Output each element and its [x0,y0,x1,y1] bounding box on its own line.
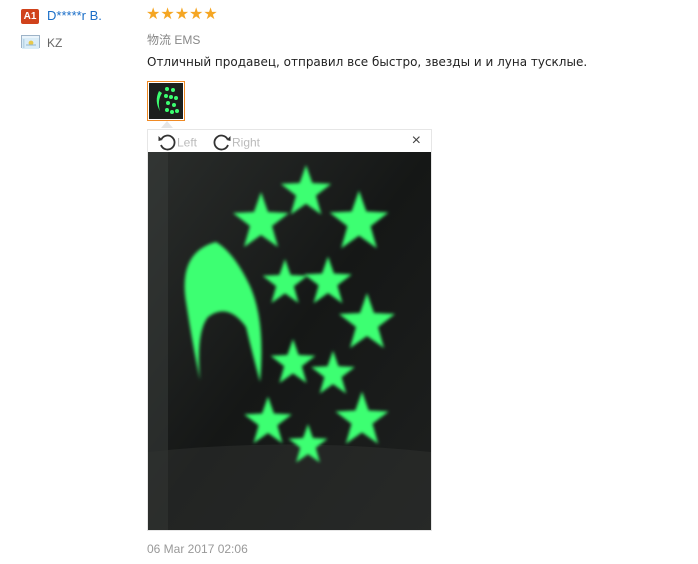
rotate-right-icon [212,133,232,154]
rotate-right-button[interactable]: Right [212,133,260,154]
review-photo-thumbnail[interactable] [147,81,185,121]
close-viewer-button[interactable]: × [412,133,421,149]
review-text: Отличный продавец, отправил все быстро, … [147,55,588,69]
rotate-left-label: Left [177,135,198,150]
rotate-right-label: Right [232,135,261,150]
rotate-left-icon [157,133,177,154]
rotate-left-button[interactable]: Left [157,133,197,154]
logistics-info: 物流 EMS [147,33,201,47]
photo-viewer: Left Right × [147,129,432,531]
reviewer-name-link[interactable]: D*****r B. [47,8,102,23]
kazakhstan-flag-icon [21,35,40,49]
review-photo [148,152,431,530]
star-rating: ★★★★★ [146,6,218,23]
viewer-toolbar: Left Right × [148,130,431,152]
review-date: 06 Mar 2017 02:06 [147,542,248,556]
thumbnail-image [149,83,183,119]
viewer-pointer [161,121,173,128]
reviewer-country: KZ [47,36,63,50]
glow-in-dark-stars-photo [148,152,431,530]
buyer-level-badge: A1 [21,9,39,24]
